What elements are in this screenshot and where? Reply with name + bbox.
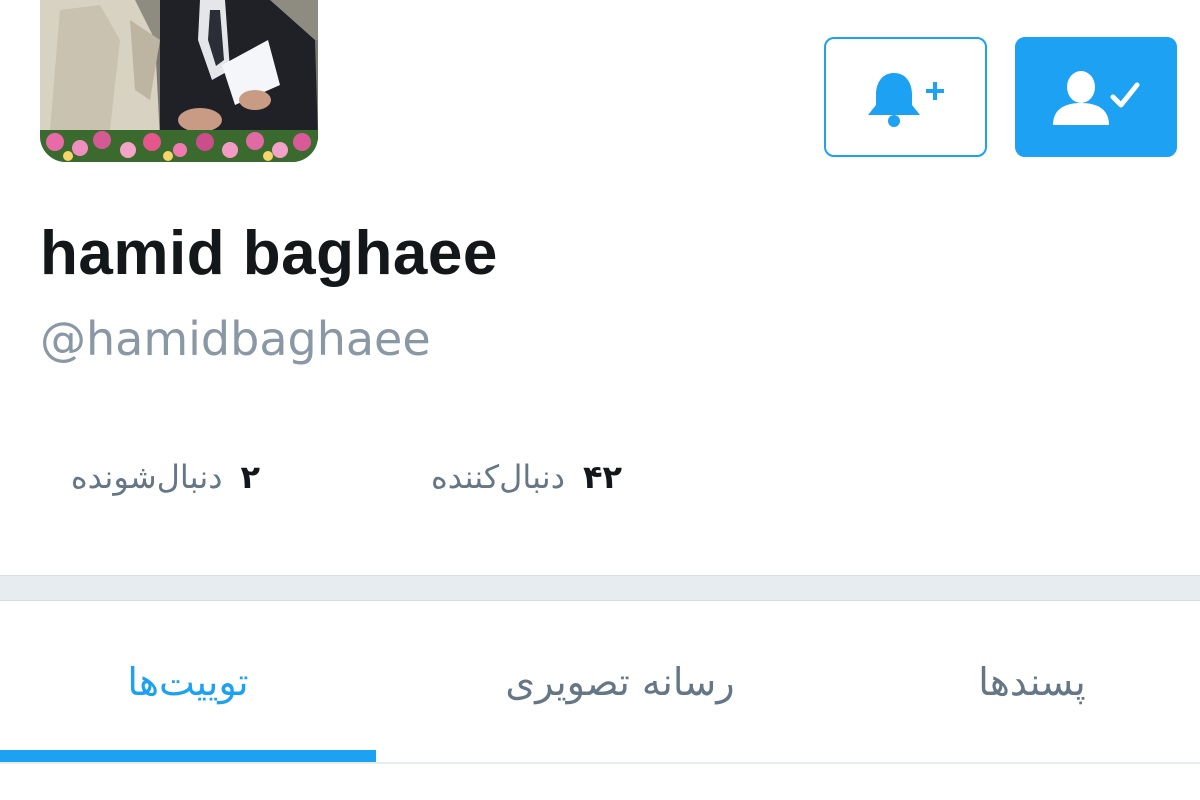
following-count: ۲ [240,458,260,496]
followers-label: دنبال‌کننده [431,458,565,496]
avatar-photo [40,0,318,162]
tab-media[interactable]: رسانه تصویری [376,602,864,762]
profile-page: hamid baghaee @hamidbaghaee ۲ دنبال‌شونده… [0,0,1200,800]
followers-stat[interactable]: ۴۲ دنبال‌کننده [396,458,622,496]
username-handle: @hamidbaghaee [40,312,431,366]
tab-likes[interactable]: پسندها [864,602,1200,762]
active-tab-indicator [0,750,376,762]
display-name: hamid baghaee [40,219,498,288]
profile-avatar[interactable] [40,0,318,162]
following-button[interactable] [1015,37,1177,157]
bell-plus-icon [867,73,944,127]
following-stat[interactable]: ۲ دنبال‌شونده [40,458,260,496]
notifications-button[interactable] [824,37,987,157]
profile-tabs: توییت‌ها رسانه تصویری پسندها [0,602,1200,764]
user-check-icon [1053,71,1140,125]
followers-count: ۴۲ [582,458,622,496]
section-divider [0,575,1200,601]
tab-tweets[interactable]: توییت‌ها [0,602,376,762]
following-label: دنبال‌شونده [70,458,223,496]
